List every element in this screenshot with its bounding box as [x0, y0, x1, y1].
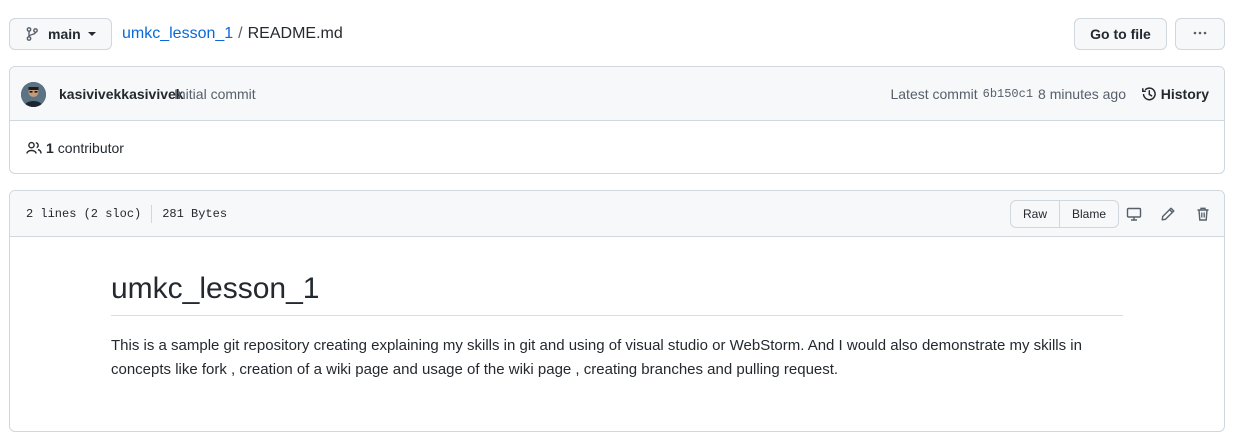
people-icon: [26, 140, 42, 156]
history-label: History: [1160, 86, 1209, 102]
more-options-button[interactable]: [1175, 18, 1225, 50]
latest-commit-label: Latest commit: [890, 86, 978, 102]
avatar[interactable]: [21, 82, 46, 107]
raw-button[interactable]: Raw: [1011, 201, 1059, 227]
history-icon: [1141, 86, 1157, 102]
breadcrumb: umkc_lesson_1 / README.md: [122, 18, 343, 50]
blame-button[interactable]: Blame: [1059, 201, 1118, 227]
history-link[interactable]: History: [1141, 67, 1209, 121]
desktop-icon[interactable]: [1125, 205, 1143, 223]
readme-content: umkc_lesson_1 This is a sample git repos…: [111, 273, 1123, 382]
go-to-file-button[interactable]: Go to file: [1074, 18, 1167, 50]
file-header: 2 lines (2 sloc) 281 Bytes Raw Blame: [10, 191, 1224, 237]
breadcrumb-separator: /: [238, 25, 243, 42]
breadcrumb-repo-link[interactable]: umkc_lesson_1: [122, 25, 233, 43]
branch-name: main: [48, 26, 81, 42]
git-branch-icon: [24, 26, 40, 42]
trash-icon[interactable]: [1194, 205, 1212, 223]
commit-header: kasivivekkasivivek Initial commit Latest…: [10, 67, 1224, 121]
contributor-count: 1: [46, 139, 54, 156]
file-actions-group: Raw Blame: [1010, 200, 1120, 228]
latest-commit-info: Latest commit 6b150c1 8 minutes ago: [890, 67, 1126, 121]
commit-time: 8 minutes ago: [1038, 86, 1126, 102]
contributors-row[interactable]: 1 contributor: [10, 121, 1224, 173]
commit-author[interactable]: kasivivekkasivivek: [59, 67, 184, 121]
breadcrumb-file-name: README.md: [247, 25, 343, 42]
latest-commit-box: kasivivekkasivivek Initial commit Latest…: [9, 66, 1225, 174]
file-navigation: main umkc_lesson_1 / README.md Go to fil…: [9, 18, 1225, 50]
readme-paragraph: This is a sample git repository creating…: [111, 337, 1082, 378]
kebab-horizontal-icon: [1192, 25, 1208, 44]
file-viewer: 2 lines (2 sloc) 281 Bytes Raw Blame umk…: [9, 190, 1225, 432]
divider: [151, 204, 153, 223]
commit-sha-link[interactable]: 6b150c1: [983, 87, 1033, 101]
branch-select-button[interactable]: main: [9, 18, 112, 50]
file-size: 281 Bytes: [162, 206, 228, 221]
commit-message[interactable]: Initial commit: [174, 67, 256, 121]
caret-down-icon: [87, 32, 96, 36]
pencil-icon[interactable]: [1159, 205, 1177, 223]
contributor-label: contributor: [57, 139, 124, 156]
readme-title: umkc_lesson_1: [111, 273, 1123, 316]
file-lines-info: 2 lines (2 sloc): [26, 206, 142, 221]
